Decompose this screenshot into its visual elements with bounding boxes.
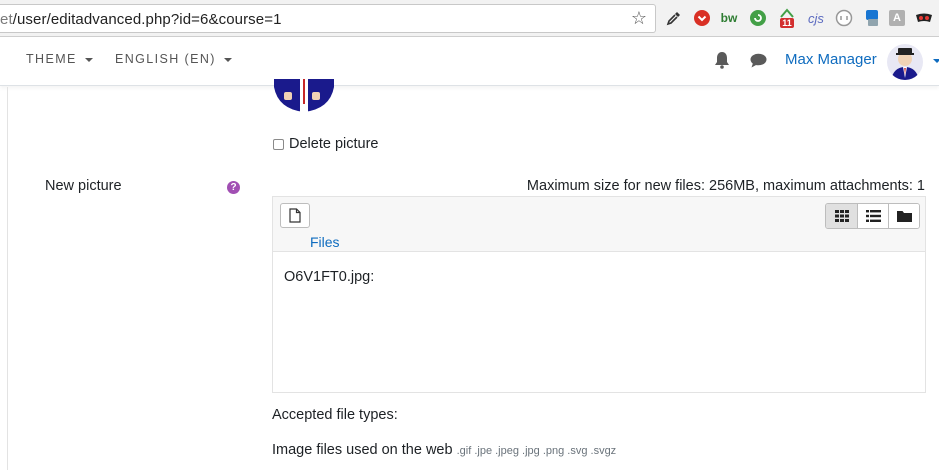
chat-icon[interactable] — [750, 53, 767, 73]
icon-view-button[interactable] — [826, 204, 857, 228]
avatar[interactable] — [887, 44, 923, 80]
bell-icon[interactable] — [714, 51, 730, 74]
help-icon[interactable]: ? — [227, 181, 240, 194]
chevron-down-icon — [84, 57, 93, 62]
current-user-picture — [274, 79, 334, 112]
accepted-types-line: Image files used on the web .gif .jpe .j… — [272, 442, 616, 458]
user-menu-caret-icon[interactable] — [933, 59, 939, 63]
view-mode-group — [825, 203, 920, 229]
files-breadcrumb[interactable]: Files — [310, 234, 340, 250]
site-navbar: THEME ENGLISH (EN) Max Manager — [0, 37, 939, 86]
language-menu-label: ENGLISH (EN) — [115, 52, 216, 66]
language-menu[interactable]: ENGLISH (EN) — [115, 52, 232, 66]
list-view-button[interactable] — [857, 204, 888, 228]
url-path: /user/editadvanced.php?id=6&course=1 — [12, 11, 282, 28]
file-item[interactable]: O6V1FT0.jpg: — [284, 269, 374, 285]
circle-icon[interactable] — [834, 8, 854, 28]
home-badge-icon[interactable]: 11 — [777, 8, 797, 28]
url-prefix: et — [0, 11, 13, 28]
list-icon — [865, 210, 881, 222]
notification-badge: 11 — [780, 18, 794, 28]
theme-menu[interactable]: THEME — [26, 52, 93, 66]
file-manager-toolbar: Files — [273, 197, 925, 252]
eyedropper-icon[interactable] — [664, 8, 684, 28]
folder-icon — [896, 211, 912, 222]
page-divider — [7, 87, 8, 470]
cjs-icon[interactable]: cjs — [806, 8, 826, 28]
browser-toolbar: et/user/editadvanced.php?id=6&course=1 ☆… — [0, 0, 939, 37]
theme-menu-label: THEME — [26, 52, 77, 66]
grid-icon — [834, 210, 849, 222]
delete-picture-checkbox[interactable] — [273, 138, 284, 150]
file-manager: Files O6V1FT0.jpg: — [272, 196, 926, 393]
a-icon[interactable]: A — [889, 10, 905, 26]
accepted-types-desc: Image files used on the web — [272, 442, 453, 458]
url-text: et/user/editadvanced.php?id=6&course=1 — [0, 11, 282, 28]
refresh-icon[interactable] — [748, 8, 768, 28]
accepted-types-title: Accepted file types: — [272, 407, 398, 423]
delete-picture-row: Delete picture — [273, 136, 378, 152]
file-icon — [289, 208, 301, 223]
mask-icon[interactable] — [914, 8, 934, 28]
add-file-button[interactable] — [280, 203, 310, 228]
tree-view-button[interactable] — [888, 204, 919, 228]
chevron-down-icon — [223, 57, 232, 62]
new-picture-label: New picture — [45, 178, 122, 194]
delete-picture-label[interactable]: Delete picture — [289, 136, 378, 152]
translate-icon[interactable] — [862, 8, 882, 28]
stop-icon[interactable] — [692, 8, 712, 28]
accepted-types-extensions: .gif .jpe .jpeg .jpg .png .svg .svgz — [456, 445, 617, 457]
user-menu-name[interactable]: Max Manager — [785, 51, 877, 68]
max-size-info: Maximum size for new files: 256MB, maxim… — [526, 178, 925, 194]
address-bar[interactable]: et/user/editadvanced.php?id=6&course=1 ☆ — [0, 4, 656, 33]
bw-icon[interactable]: bw — [719, 8, 739, 28]
bookmark-star-icon[interactable]: ☆ — [631, 8, 647, 29]
